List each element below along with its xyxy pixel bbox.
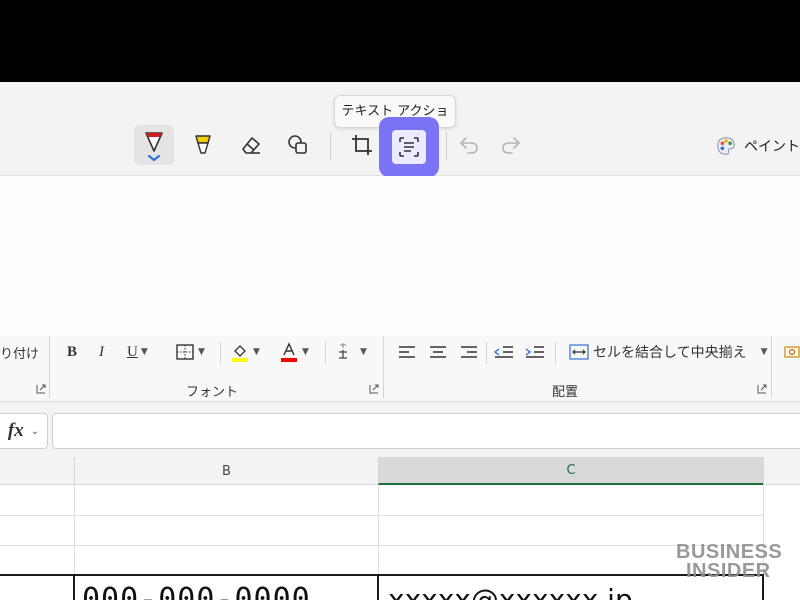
- business-insider-logo: BUSINESS INSIDER: [676, 541, 783, 582]
- grid-line: [74, 485, 75, 574]
- number-format-button[interactable]: [784, 340, 800, 364]
- phonetic-guide-button[interactable]: ▼: [336, 340, 367, 364]
- font-group-label: フォント: [186, 385, 239, 400]
- eraser-icon: [242, 137, 260, 154]
- paint-palette-icon: [717, 137, 735, 155]
- font-dialog-launcher-icon[interactable]: [369, 384, 379, 394]
- grid-line: [0, 515, 763, 516]
- formula-bar: fx ⌄: [0, 402, 800, 457]
- ribbon-group-separator: [383, 336, 384, 398]
- grid-line: [0, 545, 763, 546]
- undo-button[interactable]: [449, 125, 489, 165]
- number-format-icon: [784, 346, 800, 358]
- column-header-next[interactable]: [763, 457, 800, 485]
- column-header-b[interactable]: B: [74, 457, 378, 485]
- merge-cells-icon: [569, 344, 589, 360]
- ribbon-separator: [486, 342, 487, 364]
- open-in-paint-button[interactable]: ペイント: [716, 134, 800, 158]
- decrease-indent-button[interactable]: [494, 340, 514, 364]
- text-action-button[interactable]: [379, 117, 439, 177]
- shapes-icon: [288, 135, 307, 154]
- cell-phone-number[interactable]: 000-000-0000: [82, 585, 311, 600]
- italic-button[interactable]: I: [99, 340, 104, 364]
- crop-icon: [352, 135, 372, 155]
- text-action-button-inner: [392, 130, 426, 164]
- ribbon-group-separator: [771, 336, 772, 398]
- chevron-down-icon: ▼: [360, 347, 367, 357]
- alignment-dialog-launcher-icon[interactable]: [757, 384, 767, 394]
- grid-line: [378, 485, 379, 574]
- shapes-button[interactable]: [278, 125, 318, 165]
- borders-icon: [176, 344, 194, 360]
- merge-center-button[interactable]: セルを結合して中央揃え ▼: [569, 340, 768, 364]
- pen-button[interactable]: [134, 125, 174, 165]
- cell-border: [73, 574, 75, 600]
- cell-border: [377, 574, 379, 600]
- font-color-icon: [281, 342, 297, 362]
- phonetic-icon: [339, 343, 347, 359]
- toolbar-separator: [330, 132, 331, 160]
- underline-button[interactable]: U ▼: [127, 340, 148, 364]
- ribbon-separator: [325, 342, 326, 364]
- column-header-row: B C: [0, 457, 800, 485]
- paste-fragment[interactable]: り付け: [0, 340, 39, 364]
- align-left-icon: [399, 346, 415, 358]
- black-title-area: [0, 0, 800, 82]
- align-right-button[interactable]: [460, 340, 478, 364]
- increase-indent-button[interactable]: [525, 340, 545, 364]
- text-action-icon: [399, 137, 419, 157]
- align-right-icon: [461, 346, 477, 358]
- font-color-button[interactable]: ▼: [279, 340, 309, 364]
- crop-button[interactable]: [342, 125, 382, 165]
- ribbon-separator: [555, 342, 556, 364]
- align-center-button[interactable]: [429, 340, 447, 364]
- increase-indent-icon: [525, 346, 544, 358]
- redo-button[interactable]: [491, 125, 531, 165]
- borders-button[interactable]: ▼: [175, 340, 205, 364]
- column-header-c[interactable]: C: [378, 457, 763, 485]
- open-in-paint-label: ペイント: [744, 139, 800, 155]
- fill-color-icon: [232, 345, 248, 362]
- redo-icon: [502, 137, 520, 154]
- chevron-down-icon: ▼: [253, 347, 260, 357]
- bold-button[interactable]: B: [67, 340, 77, 364]
- chevron-down-icon: ⌄: [30, 425, 40, 437]
- pen-icon: [145, 132, 163, 161]
- fill-color-button[interactable]: ▼: [230, 340, 260, 364]
- highlighter-icon: [195, 135, 211, 154]
- clipboard-dialog-launcher-icon[interactable]: [36, 384, 46, 394]
- chevron-down-icon: ▼: [302, 347, 309, 357]
- align-left-button[interactable]: [398, 340, 416, 364]
- ribbon-separator: [220, 342, 221, 364]
- insert-function-button[interactable]: fx ⌄: [0, 413, 48, 449]
- ribbon-group-separator: [49, 336, 50, 398]
- align-center-icon: [430, 346, 446, 358]
- decrease-indent-icon: [494, 346, 513, 358]
- chevron-down-icon: ▼: [760, 347, 768, 357]
- eraser-button[interactable]: [231, 125, 271, 165]
- toolbar-separator: [446, 132, 447, 160]
- capture-canvas-area: [0, 176, 800, 336]
- cell-email[interactable]: xxxxx@xxxxxx.jp: [388, 585, 633, 600]
- chevron-down-icon: ▼: [140, 347, 148, 357]
- formula-input[interactable]: [52, 413, 800, 449]
- alignment-group-label: 配置: [552, 385, 579, 400]
- undo-icon: [460, 137, 478, 154]
- chevron-down-icon: ▼: [198, 347, 205, 357]
- highlighter-button[interactable]: [183, 125, 223, 165]
- excel-ribbon: り付け B I U ▼ ▼ ▼ ▼ ▼ フォント セルを結合して中央揃え ▼ 配…: [0, 336, 800, 402]
